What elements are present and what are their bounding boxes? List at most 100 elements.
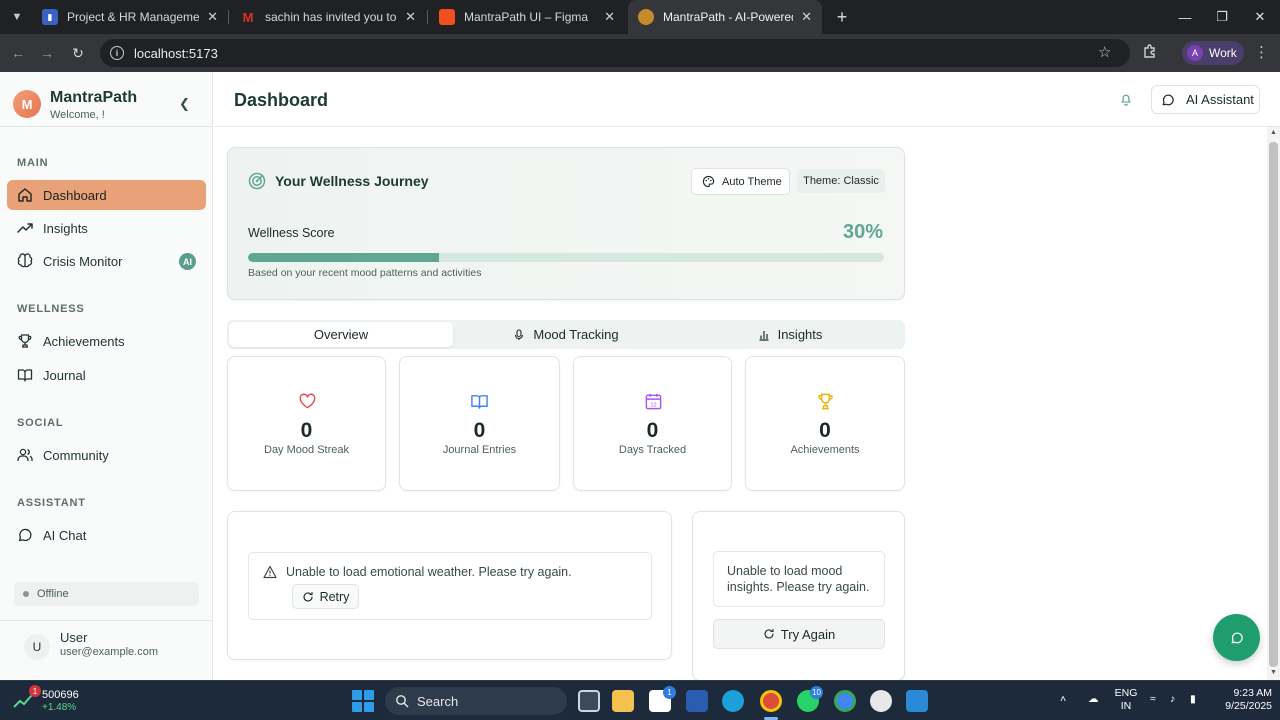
scroll-down-arrow-icon[interactable]: ▼: [1269, 669, 1278, 676]
close-tab-icon[interactable]: ✕: [207, 9, 218, 25]
bookmark-star-icon[interactable]: ☆: [1098, 43, 1111, 61]
sidebar-item-ai-chat[interactable]: AI Chat: [7, 520, 206, 550]
brand-header: M MantraPath Welcome, ! ❮: [0, 72, 213, 127]
address-bar[interactable]: i localhost:5173: [100, 39, 1130, 67]
sidebar-item-dashboard[interactable]: Dashboard: [7, 180, 206, 210]
tab-label: Overview: [313, 327, 369, 342]
stat-label: Day Mood Streak: [264, 444, 349, 456]
tray-chevron-icon[interactable]: ˄: [1060, 693, 1066, 706]
section-wellness: WELLNESS: [17, 303, 85, 315]
project-favicon-icon: ▮: [42, 9, 58, 25]
sidebar-item-achievements[interactable]: Achievements: [7, 326, 206, 356]
try-again-label: Try Again: [780, 626, 836, 642]
user-profile[interactable]: U User user@example.com: [0, 620, 213, 680]
url-text[interactable]: localhost:5173: [134, 46, 218, 61]
sidebar-item-community[interactable]: Community: [7, 440, 206, 470]
store-badge: 1: [663, 686, 676, 699]
browser-tab-figma[interactable]: MantraPath UI – Figma ✕: [429, 0, 625, 34]
sidebar-item-journal[interactable]: Journal: [7, 360, 206, 390]
sidebar-item-label: AI Chat: [43, 527, 87, 543]
auto-theme-button[interactable]: Auto Theme: [691, 168, 790, 195]
try-again-button[interactable]: Try Again: [713, 619, 885, 649]
cloud-icon[interactable]: ☁: [1088, 693, 1099, 706]
stat-value: 0: [819, 419, 831, 442]
restore-button[interactable]: ❐: [1202, 0, 1242, 34]
stat-card-days-tracked: 12 0 Days Tracked: [573, 356, 732, 491]
calendar-icon: 12: [645, 393, 662, 410]
new-tab-button[interactable]: +: [830, 5, 854, 29]
obs-icon[interactable]: [870, 690, 892, 712]
collapse-sidebar-icon[interactable]: ❮: [179, 96, 190, 112]
profile-button[interactable]: A Work: [1182, 41, 1244, 65]
sidebar-item-label: Dashboard: [43, 187, 107, 203]
tab-search-chevron-icon[interactable]: ▼: [6, 6, 28, 28]
retry-button[interactable]: Retry: [292, 584, 359, 609]
wellness-score-fill: [248, 253, 439, 262]
stat-value: 0: [473, 419, 486, 442]
forward-button[interactable]: →: [36, 42, 58, 64]
task-view-icon[interactable]: [578, 690, 600, 712]
vscode-icon[interactable]: [906, 690, 928, 712]
volume-icon[interactable]: ♪: [1170, 693, 1175, 706]
profile-avatar: A: [1187, 45, 1203, 61]
sidebar-item-crisis-monitor[interactable]: Crisis Monitor AI: [7, 246, 206, 276]
site-info-icon[interactable]: i: [110, 46, 124, 60]
reload-button[interactable]: ↻: [67, 42, 89, 64]
stat-card-achievements: 0 Achievements: [745, 356, 905, 491]
sidebar-item-label: Insights: [43, 220, 88, 236]
back-button[interactable]: ←: [7, 42, 29, 64]
emotional-weather-error: Unable to load emotional weather. Please…: [248, 552, 652, 620]
ai-badge: AI: [179, 253, 196, 270]
theme-badge: Theme: Classic: [797, 169, 885, 193]
tab-insights[interactable]: Insights: [678, 322, 902, 347]
brain-icon: [17, 253, 33, 268]
book-open-icon: [17, 369, 33, 382]
taskbar-search[interactable]: Search: [385, 687, 567, 715]
section-social: SOCIAL: [17, 417, 64, 429]
file-explorer-icon[interactable]: [612, 690, 634, 712]
stock-badge: 1: [29, 685, 41, 697]
whatsapp-badge: 10: [810, 686, 823, 699]
tab-overview[interactable]: Overview: [229, 322, 453, 347]
search-icon: [396, 695, 409, 708]
minimize-button[interactable]: —: [1165, 0, 1205, 34]
sidebar: M MantraPath Welcome, ! ❮ MAIN Dashboard…: [0, 72, 213, 680]
wifi-icon[interactable]: ≈: [1150, 693, 1156, 706]
scrollbar-thumb[interactable]: [1269, 142, 1278, 667]
extensions-icon[interactable]: [1142, 43, 1158, 59]
close-window-button[interactable]: ✕: [1240, 0, 1280, 34]
stock-widget[interactable]: 500696 +1.48%: [12, 687, 79, 715]
start-button[interactable]: [352, 690, 374, 712]
browser-tab-project-hr[interactable]: ▮ Project & HR Management Syst ✕: [32, 0, 228, 34]
close-tab-icon[interactable]: ✕: [405, 9, 416, 25]
browser-tab-gmail[interactable]: M sachin has invited you to join th ✕: [230, 0, 426, 34]
tab-mood-tracking[interactable]: Mood Tracking: [454, 322, 678, 347]
sidebar-item-label: Journal: [43, 367, 86, 383]
page-title: Dashboard: [234, 90, 329, 110]
clock[interactable]: 9:23 AM 9/25/2025: [1212, 687, 1272, 713]
book-icon: [471, 395, 488, 409]
palette-icon: [702, 175, 715, 188]
users-icon: [17, 448, 33, 461]
ai-assistant-button[interactable]: AI Assistant: [1151, 85, 1260, 114]
browser-tab-mantrapath[interactable]: MantraPath - AI-Powered Welln ✕: [628, 0, 822, 34]
bell-icon[interactable]: [1119, 92, 1133, 106]
tab-label: Mood Tracking: [533, 327, 619, 342]
stock-change: +1.48%: [42, 701, 77, 713]
chrome-icon[interactable]: [760, 690, 782, 712]
scroll-up-arrow-icon[interactable]: ▲: [1269, 129, 1278, 136]
chrome-alt-icon[interactable]: [834, 690, 856, 712]
mantrapath-favicon-icon: [638, 9, 654, 25]
heart-icon: [299, 393, 316, 409]
floating-chat-button[interactable]: [1213, 614, 1260, 661]
close-tab-icon[interactable]: ✕: [604, 9, 615, 25]
section-main: MAIN: [17, 157, 49, 169]
user-name: User: [60, 630, 88, 645]
close-tab-icon[interactable]: ✕: [801, 9, 812, 25]
browser-menu-icon[interactable]: ⋮: [1254, 43, 1269, 61]
edge-icon[interactable]: [722, 690, 744, 712]
battery-icon[interactable]: ▮: [1190, 693, 1196, 706]
language-indicator[interactable]: ENG IN: [1112, 687, 1140, 713]
snipping-tool-icon[interactable]: [686, 690, 708, 712]
sidebar-item-insights[interactable]: Insights: [7, 213, 206, 243]
